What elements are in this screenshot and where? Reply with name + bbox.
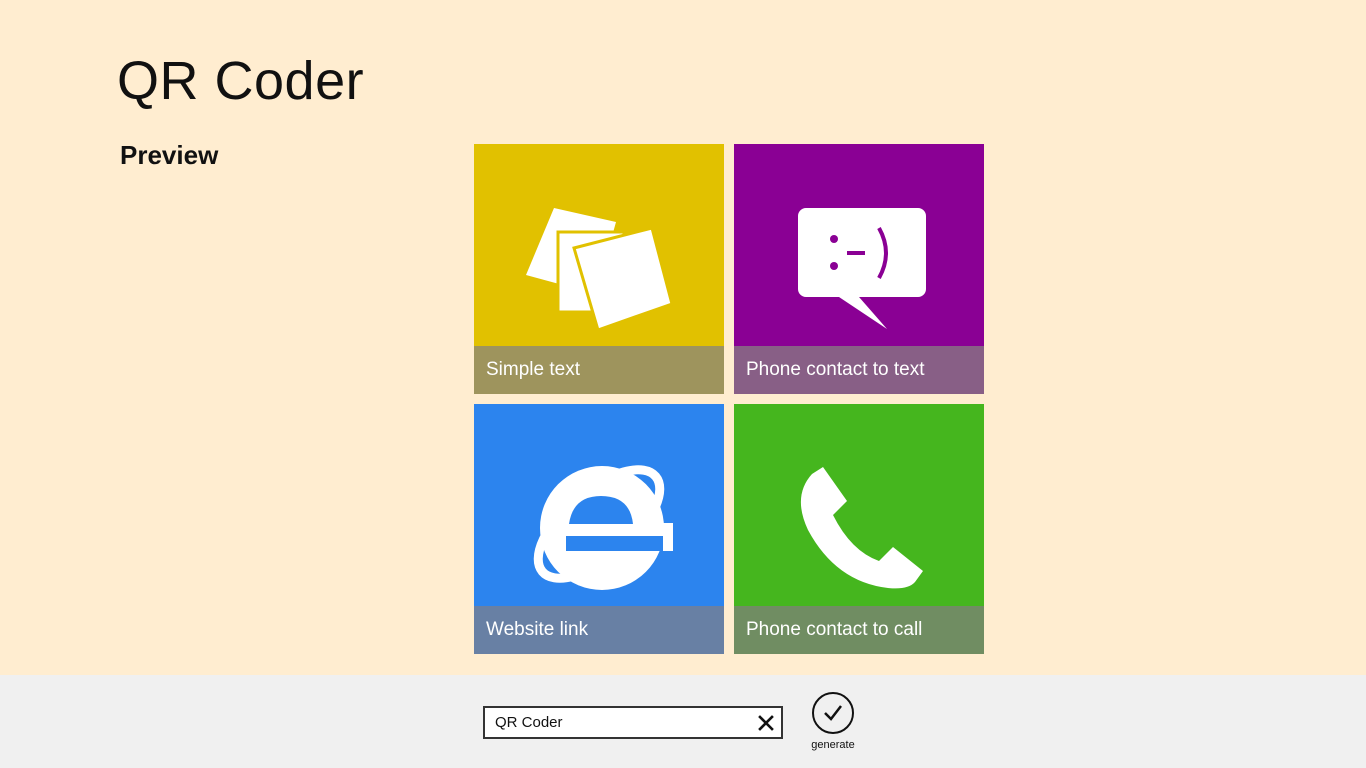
app-title: QR Coder <box>117 51 365 111</box>
clear-button[interactable] <box>753 708 779 737</box>
generate-label: generate <box>811 739 855 751</box>
checkmark-icon <box>812 692 854 734</box>
tile-label: Phone contact to text <box>746 359 925 380</box>
close-icon <box>758 714 774 731</box>
tile-website-link[interactable]: Website link <box>474 404 724 654</box>
generate-button[interactable]: generate <box>798 690 868 758</box>
phone-icon <box>734 404 984 606</box>
tile-label-band: Phone contact to call <box>734 606 984 654</box>
tile-label: Phone contact to call <box>746 619 923 640</box>
tile-label-band: Phone contact to text <box>734 346 984 394</box>
tile-label: Website link <box>486 619 589 640</box>
tile-simple-text[interactable]: Simple text <box>474 144 724 394</box>
tile-label-band: Website link <box>474 606 724 654</box>
tile-label: Simple text <box>486 359 580 380</box>
chat-bubble-icon <box>734 144 984 346</box>
tile-phone-contact-to-call[interactable]: Phone contact to call <box>734 404 984 654</box>
internet-explorer-icon <box>474 404 724 606</box>
notes-icon <box>474 144 724 346</box>
section-title-preview: Preview <box>120 140 219 170</box>
qr-text-input[interactable] <box>485 708 755 737</box>
tile-phone-contact-to-text[interactable]: Phone contact to text <box>734 144 984 394</box>
qr-text-field[interactable] <box>483 706 783 739</box>
tile-label-band: Simple text <box>474 346 724 394</box>
